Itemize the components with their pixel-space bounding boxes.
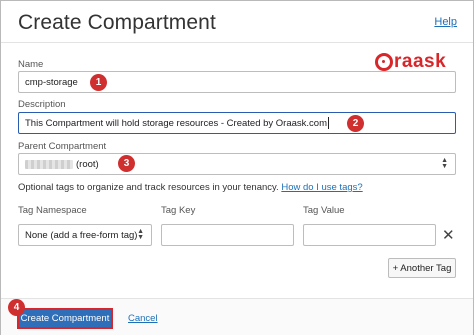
select-arrows-icon: ▲ ▼ <box>441 157 448 170</box>
tag-namespace-header: Tag Namespace <box>18 205 87 216</box>
create-compartment-dialog: Create Compartment Help raask Name cmp-s… <box>0 0 474 335</box>
optional-tags-description: Optional tags to organize and track reso… <box>18 182 279 193</box>
add-another-tag-button[interactable]: + Another Tag <box>388 258 456 278</box>
page-title: Create Compartment <box>18 11 216 34</box>
step-badge-2: 2 <box>347 115 364 132</box>
remove-tag-close-icon[interactable]: ✕ <box>442 226 455 244</box>
optional-tags-text: Optional tags to organize and track reso… <box>18 182 363 193</box>
tag-namespace-value: None (add a free-form tag) <box>25 229 138 241</box>
help-link[interactable]: Help <box>434 16 457 28</box>
dialog-footer: Create Compartment Cancel <box>1 298 473 335</box>
tags-help-link[interactable]: How do I use tags? <box>281 182 362 193</box>
logo-ring-icon <box>375 53 393 71</box>
step-badge-1: 1 <box>90 74 107 91</box>
parent-compartment-select[interactable]: (root) ▲ ▼ <box>18 153 456 175</box>
parent-compartment-value: (root) <box>76 158 99 170</box>
tag-value-header: Tag Value <box>303 205 345 216</box>
step-badge-3: 3 <box>118 155 135 172</box>
tag-key-input[interactable] <box>161 224 294 246</box>
create-compartment-button[interactable]: Create Compartment <box>17 308 113 329</box>
tag-value-input[interactable] <box>303 224 436 246</box>
dialog-header: Create Compartment Help <box>1 1 473 43</box>
dialog-body: raask Name cmp-storage 1 Description Thi… <box>1 43 473 297</box>
select-arrows-icon: ▲ ▼ <box>137 228 144 241</box>
parent-compartment-label: Parent Compartment <box>18 141 107 152</box>
description-input[interactable]: This Compartment will hold storage resou… <box>18 112 456 134</box>
tag-namespace-select[interactable]: None (add a free-form tag) ▲ ▼ <box>18 224 152 246</box>
name-label: Name <box>18 59 44 70</box>
tag-key-header: Tag Key <box>161 205 196 216</box>
oraask-logo: raask <box>375 51 447 72</box>
description-label: Description <box>18 99 66 110</box>
step-badge-4: 4 <box>8 299 25 316</box>
text-caret <box>328 117 330 129</box>
logo-text: raask <box>394 51 447 72</box>
cancel-link[interactable]: Cancel <box>128 313 158 324</box>
redacted-tenancy-name <box>25 159 73 169</box>
name-input[interactable]: cmp-storage <box>18 71 456 93</box>
name-input-value: cmp-storage <box>25 76 78 88</box>
description-input-value: This Compartment will hold storage resou… <box>25 117 328 129</box>
